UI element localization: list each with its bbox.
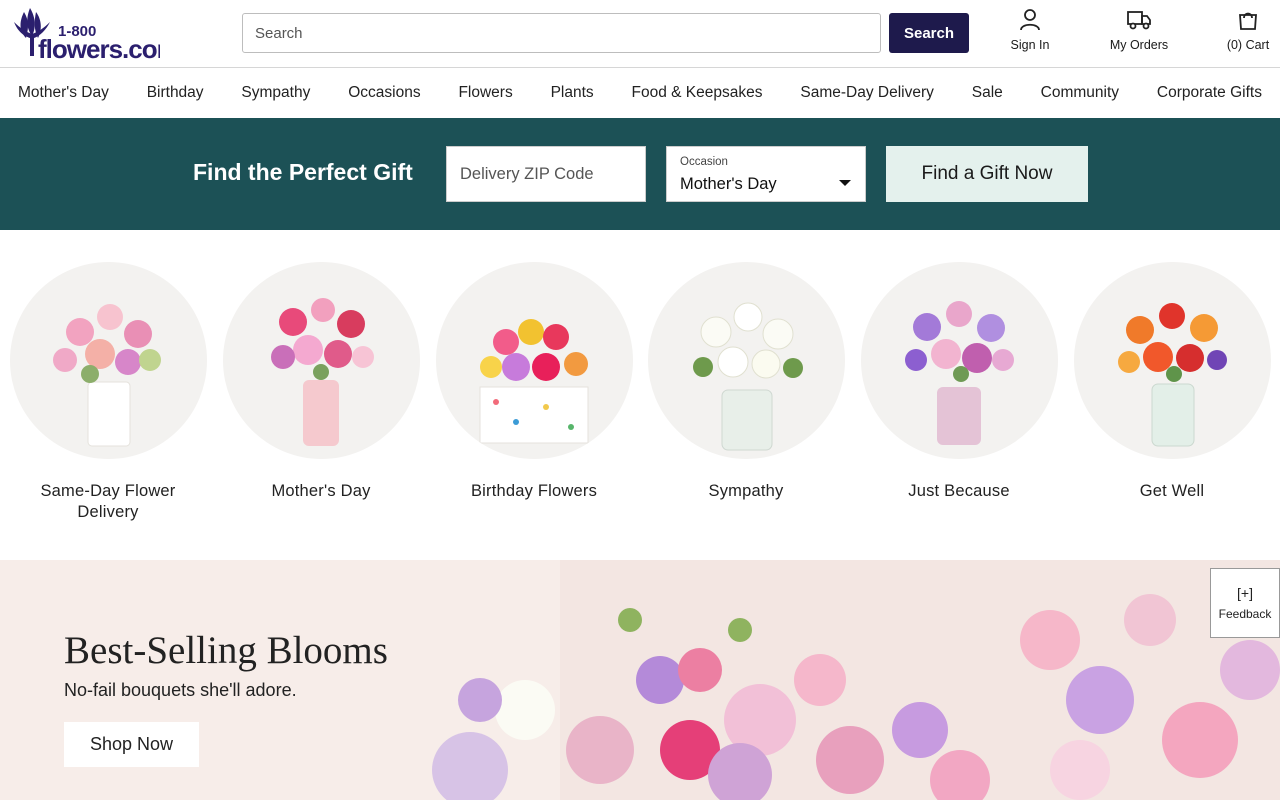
- gift-finder-title: Find the Perfect Gift: [193, 159, 413, 185]
- nav-item-occasions[interactable]: Occasions: [348, 84, 420, 102]
- my-orders-link[interactable]: My Orders: [1104, 8, 1174, 52]
- nav-item-mothers-day[interactable]: Mother's Day: [18, 84, 109, 102]
- occasion-value: Mother's Day: [680, 175, 777, 193]
- site-header: 1-800 flowers.com Search Sign In My Orde…: [0, 0, 1280, 68]
- category-same-day[interactable]: Same-Day Flower Delivery: [8, 262, 208, 523]
- category-label[interactable]: Just Because: [859, 481, 1059, 502]
- hero-title: Best-Selling Blooms: [64, 629, 388, 672]
- category-mothers-day[interactable]: Mother's Day: [221, 262, 421, 502]
- category-image[interactable]: [222, 262, 420, 459]
- category-get-well[interactable]: Get Well: [1072, 262, 1272, 502]
- nav-item-corporate-gifts[interactable]: Corporate Gifts: [1157, 84, 1262, 102]
- category-label[interactable]: Same-Day Flower Delivery: [8, 481, 208, 523]
- feedback-label: Feedback: [1218, 607, 1272, 621]
- nav-item-plants[interactable]: Plants: [551, 84, 594, 102]
- cart-label: (0) Cart: [1226, 38, 1270, 52]
- feedback-tab[interactable]: [+] Feedback: [1210, 568, 1280, 638]
- chevron-down-icon: [839, 180, 851, 186]
- nav-item-sale[interactable]: Sale: [972, 84, 1003, 102]
- truck-icon: [1127, 11, 1151, 30]
- nav-item-sympathy[interactable]: Sympathy: [241, 84, 310, 102]
- zip-code-input[interactable]: Delivery ZIP Code: [446, 146, 646, 202]
- category-image[interactable]: [435, 262, 633, 459]
- category-image[interactable]: [860, 262, 1058, 459]
- category-label[interactable]: Sympathy: [646, 481, 846, 502]
- brand-logo[interactable]: 1-800 flowers.com: [10, 4, 160, 64]
- category-sympathy[interactable]: Sympathy: [646, 262, 846, 502]
- nav-item-food-keepsakes[interactable]: Food & Keepsakes: [632, 84, 763, 102]
- user-icon: [1020, 9, 1040, 31]
- gift-finder-band: Find the Perfect Gift Delivery ZIP Code …: [0, 118, 1280, 230]
- cart-link[interactable]: (0) Cart: [1222, 8, 1274, 52]
- expand-icon: [+]: [1237, 585, 1253, 601]
- occasion-label: Occasion: [680, 156, 728, 168]
- category-image[interactable]: [647, 262, 845, 459]
- occasion-select[interactable]: Occasion Mother's Day: [666, 146, 866, 202]
- category-label[interactable]: Birthday Flowers: [434, 481, 634, 502]
- category-row: Same-Day Flower Delivery Mother's Day Bi…: [0, 262, 1280, 522]
- shop-now-button[interactable]: Shop Now: [64, 722, 199, 767]
- my-orders-label: My Orders: [1109, 38, 1169, 52]
- category-image[interactable]: [9, 262, 207, 459]
- category-birthday[interactable]: Birthday Flowers: [434, 262, 634, 502]
- search-button[interactable]: Search: [889, 13, 969, 53]
- svg-text:flowers.com: flowers.com: [38, 34, 160, 64]
- nav-item-same-day-delivery[interactable]: Same-Day Delivery: [800, 84, 934, 102]
- hero-banner: Best-Selling Blooms No-fail bouquets she…: [0, 560, 1280, 800]
- nav-item-flowers[interactable]: Flowers: [458, 84, 512, 102]
- category-label[interactable]: Get Well: [1072, 481, 1272, 502]
- category-label[interactable]: Mother's Day: [221, 481, 421, 502]
- sign-in-link[interactable]: Sign In: [1005, 8, 1055, 52]
- find-gift-button[interactable]: Find a Gift Now: [886, 146, 1088, 202]
- category-just-because[interactable]: Just Because: [859, 262, 1059, 502]
- nav-item-birthday[interactable]: Birthday: [147, 84, 204, 102]
- shopping-bag-icon: [1239, 12, 1257, 30]
- main-nav: Mother's Day Birthday Sympathy Occasions…: [0, 68, 1280, 118]
- nav-item-community[interactable]: Community: [1041, 84, 1119, 102]
- hero-subtitle: No-fail bouquets she'll adore.: [64, 680, 297, 700]
- category-image[interactable]: [1073, 262, 1271, 459]
- sign-in-label: Sign In: [1010, 38, 1050, 52]
- search-input[interactable]: [243, 14, 880, 52]
- search-box: [242, 13, 881, 53]
